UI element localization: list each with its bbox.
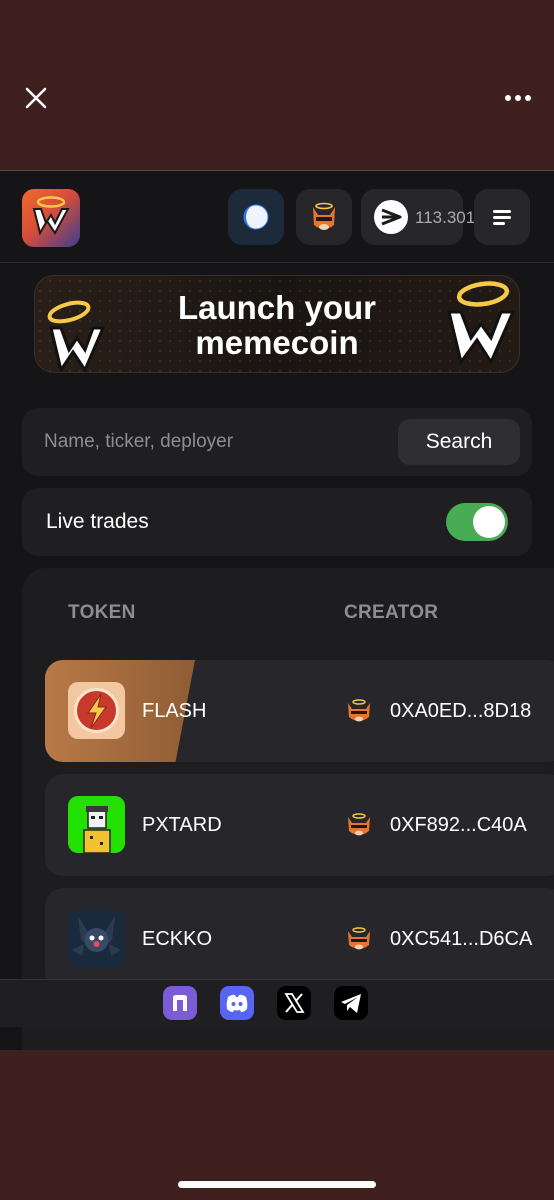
wojak-mascot-right-icon (447, 281, 516, 366)
creator-avatar-icon (348, 699, 370, 722)
wallet-token-icon (374, 200, 408, 234)
menu-button[interactable] (474, 189, 530, 245)
social-footer (0, 979, 554, 1027)
table-row[interactable]: ECKKO 0XC541...D6CA (45, 888, 554, 990)
close-icon[interactable] (22, 84, 50, 112)
creator-avatar-icon (348, 813, 370, 836)
token-name: PXTARD (142, 814, 222, 836)
table-row[interactable]: PXTARD 0XF892...C40A (45, 774, 554, 876)
search-button[interactable]: Search (398, 419, 520, 465)
token-name: ECKKO (142, 928, 213, 950)
more-icon[interactable] (500, 84, 536, 112)
column-header-creator[interactable]: CREATOR (344, 602, 438, 624)
app-container: 113.301 Launch your memecoin Search (0, 170, 554, 1050)
toggle-knob (473, 506, 505, 538)
live-trades-label: Live trades (46, 510, 149, 533)
search-bar: Search (22, 408, 532, 476)
balance-value: 113.301 (415, 208, 476, 227)
creator-address[interactable]: 0XC541...D6CA (390, 928, 532, 951)
telegram-icon[interactable] (334, 986, 368, 1020)
profile-avatar-button[interactable] (296, 189, 352, 245)
wojak-logo-icon[interactable] (22, 189, 80, 247)
table-row[interactable]: FLASH 0XA0ED...8D18 (45, 660, 554, 762)
discord-icon[interactable] (220, 986, 254, 1020)
app-header: 113.301 (0, 171, 554, 263)
live-trades-toggle[interactable] (446, 503, 508, 541)
token-table: TOKEN CREATOR FLASH 0XA0ED...8D18 PXTARD… (22, 568, 554, 1050)
x-icon[interactable] (277, 986, 311, 1020)
browser-top-bar (0, 0, 554, 170)
creator-avatar-icon (348, 927, 370, 950)
pxtard-token-icon (68, 796, 125, 853)
token-name: FLASH (142, 700, 207, 722)
fox-avatar-icon (313, 202, 335, 230)
balance-button[interactable]: 113.301 (361, 189, 475, 245)
column-header-token[interactable]: TOKEN (68, 602, 136, 624)
launch-memecoin-banner[interactable]: Launch your memecoin (34, 275, 520, 373)
search-input[interactable] (44, 426, 384, 458)
creator-address[interactable]: 0XF892...C40A (390, 814, 527, 837)
menu-icon (493, 210, 511, 225)
flash-token-icon (68, 682, 125, 739)
home-indicator[interactable] (178, 1181, 376, 1188)
app-icon[interactable] (163, 986, 197, 1020)
creator-address[interactable]: 0XA0ED...8D18 (390, 700, 531, 723)
eckko-token-icon (68, 910, 125, 967)
live-trades-row: Live trades (22, 488, 532, 556)
chain-selector-button[interactable] (228, 189, 284, 245)
chain-icon (243, 204, 269, 230)
